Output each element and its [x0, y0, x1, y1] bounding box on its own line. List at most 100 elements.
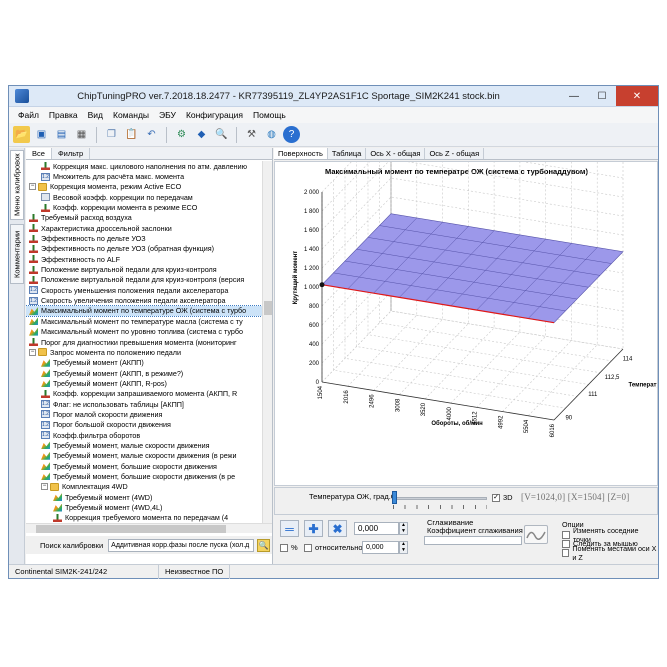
smooth-apply-icon[interactable] — [524, 525, 548, 544]
tree-item[interactable]: Положение виртуальной педали для круиз-к… — [26, 264, 262, 274]
add-value-button[interactable]: ✚ — [304, 520, 323, 537]
tree-item[interactable]: Требуемый момент, большие скорости движе… — [26, 471, 262, 481]
menu-edit[interactable]: Правка — [44, 110, 83, 120]
set-value-button[interactable]: ═ — [280, 520, 299, 537]
value-input[interactable]: 0,000 — [354, 522, 399, 535]
tree-item[interactable]: Требуемый расход воздуха — [26, 213, 262, 223]
menu-view[interactable]: Вид — [83, 110, 108, 120]
tree-item[interactable]: Порог для диагностики превышения момента… — [26, 337, 262, 347]
close-button[interactable]: ✕ — [616, 86, 658, 106]
minimize-button[interactable]: — — [560, 86, 588, 106]
save-as-icon[interactable]: ▤ — [53, 126, 70, 143]
tree-item[interactable]: Эффективность по ALF — [26, 254, 262, 264]
relative-checkbox[interactable] — [304, 544, 312, 552]
tree-item[interactable]: Характеристика дроссельной заслонки — [26, 223, 262, 233]
collapse-icon[interactable]: − — [29, 348, 36, 356]
title-bar[interactable]: ChipTuningPRO ver.7.2018.18.2477 - KR773… — [9, 86, 658, 107]
globe-icon[interactable]: ◍ — [263, 126, 280, 143]
tree-item[interactable]: 1.2 Множитель для расчёта макс. момента — [26, 171, 262, 181]
tree-item[interactable]: Требуемый момент, малые скорости движени… — [26, 440, 262, 450]
checkbox-3d-mark[interactable]: ✓ — [492, 493, 500, 502]
tree-item[interactable]: 1.2 Порог малой скорости движения — [26, 409, 262, 419]
tree-item[interactable]: Эффективность по дельте УОЗ (обратная фу… — [26, 244, 262, 254]
collapse-icon[interactable]: − — [29, 183, 36, 191]
tab-surface[interactable]: Поверхность — [274, 148, 328, 159]
tree-item[interactable]: Требуемый момент (4WD,4L) — [26, 502, 262, 512]
menu-ecu[interactable]: ЭБУ — [154, 110, 181, 120]
print-icon[interactable]: ▦ — [73, 126, 90, 143]
menu-configuration[interactable]: Конфигурация — [181, 110, 248, 120]
tab-all[interactable]: Все — [26, 148, 52, 159]
relative-value-input[interactable]: 0,000 — [362, 541, 399, 554]
save-icon[interactable]: ▣ — [33, 126, 50, 143]
tree-item[interactable]: − Коррекция момента, режим Active ECO — [26, 182, 262, 192]
open-folder-icon[interactable]: 📂 — [13, 126, 30, 143]
search-input[interactable]: Аддитивная корр.фазы после пуска (хол.д — [108, 538, 255, 552]
tree-horizontal-scrollbar[interactable] — [26, 523, 272, 533]
find-icon[interactable]: 🔍 — [213, 126, 230, 143]
3d-checkbox[interactable]: ✓ 3D — [492, 493, 513, 502]
ecu-read-icon[interactable]: ⚙ — [173, 126, 190, 143]
value-spinner[interactable]: ▲ ▼ — [399, 522, 408, 535]
option-neighbor-points[interactable]: Изменять соседние точки — [562, 526, 658, 544]
copy-icon[interactable]: ❐ — [103, 126, 120, 143]
menu-help[interactable]: Помощь — [248, 110, 291, 120]
tab-calibration-menu[interactable]: Меню калибровок — [10, 150, 24, 220]
tree-item[interactable]: Максимальный момент по температуре ОЖ (с… — [26, 304, 262, 318]
menu-commands[interactable]: Команды — [108, 110, 154, 120]
tree-item[interactable]: Требуемый момент (АКПП, в режиме?) — [26, 368, 262, 378]
tree-vertical-scrollbar[interactable] — [262, 161, 272, 523]
surface-chart-svg[interactable]: Максимальный момент по температре ОЖ (си… — [275, 120, 667, 485]
checksum-icon[interactable]: ◆ — [193, 126, 210, 143]
checkbox[interactable] — [562, 530, 570, 539]
slider-handle[interactable] — [392, 491, 397, 504]
tree-item-label: Требуемый момент (АКПП) — [53, 358, 144, 368]
tree-item[interactable]: Коэфф. коррекции запрашиваемого момента … — [26, 389, 262, 399]
tree-item[interactable]: 1.2 Коэфф.фильтра оборотов — [26, 430, 262, 440]
help-icon[interactable]: ? — [283, 126, 300, 143]
tools-icon[interactable]: ⚒ — [243, 126, 260, 143]
multiply-value-button[interactable]: ✖ — [328, 520, 347, 537]
tree-item[interactable]: Требуемый момент (АКПП) — [26, 358, 262, 368]
tree-item[interactable]: Коррекция макс. циклового наполнения по … — [26, 161, 262, 171]
scroll-thumb[interactable] — [36, 525, 226, 533]
tab-comments[interactable]: Комментарии — [10, 224, 24, 284]
tree-item[interactable]: Коэфф. коррекции момента в режиме ECO — [26, 202, 262, 212]
tree-item[interactable]: Положение виртуальной педали для круиз-к… — [26, 275, 262, 285]
search-icon[interactable]: 🔍 — [257, 538, 271, 552]
tree-item[interactable]: Максимальный момент по температуре масла… — [26, 316, 262, 326]
tree-item[interactable]: Максимальный момент по уровню топлива (с… — [26, 327, 262, 337]
tree-item[interactable]: − Запрос момента по положению педали — [26, 347, 262, 357]
relative-value-spinner[interactable]: ▲ ▼ — [399, 541, 408, 554]
tree-item[interactable]: − Комплектация 4WD — [26, 482, 262, 492]
tab-axis-z[interactable]: Ось Z - общая — [425, 148, 485, 159]
smoothing-coef-slider[interactable] — [424, 536, 522, 545]
tree-item[interactable]: Требуемый момент (АКПП, R-pos) — [26, 378, 262, 388]
scroll-thumb[interactable] — [264, 301, 272, 315]
undo-icon[interactable]: ↶ — [143, 126, 160, 143]
collapse-icon[interactable]: − — [41, 483, 48, 491]
tree-item[interactable]: Требуемый момент (4WD) — [26, 492, 262, 502]
tab-table[interactable]: Таблица — [328, 148, 367, 159]
maximize-button[interactable]: ☐ — [588, 86, 616, 106]
tab-filter[interactable]: Фильтр — [52, 148, 91, 159]
surface-chart[interactable]: Максимальный момент по температре ОЖ (си… — [274, 120, 667, 486]
tab-axis-x[interactable]: Ось X - общая — [366, 148, 426, 159]
checkbox[interactable] — [562, 539, 570, 548]
tree-item[interactable]: Весовой коэфф. коррекции по передачам — [26, 192, 262, 202]
tree-item[interactable]: 1.2 Скорость уменьшения положения педали … — [26, 285, 262, 295]
checkbox[interactable] — [562, 548, 570, 557]
tree-item[interactable]: 1.2 Порог большой скорости движения — [26, 420, 262, 430]
tree-item[interactable]: 1.2 Скорость увеличения положения педали … — [26, 295, 262, 305]
percent-checkbox[interactable] — [280, 544, 288, 552]
tree-item[interactable]: Коррекция требуемого момента по передача… — [26, 513, 262, 523]
tree-item[interactable]: Эффективность по дельте УОЗ — [26, 233, 262, 243]
tree-item[interactable]: Требуемый момент, большие скорости движе… — [26, 461, 262, 471]
tree-item[interactable]: 1.2 Флаг: не использовать таблицы [АКПП] — [26, 399, 262, 409]
calibration-tree[interactable]: Коррекция макс. циклового наполнения по … — [26, 161, 262, 523]
temperature-slider[interactable] — [393, 497, 487, 500]
menu-file[interactable]: Файл — [13, 110, 44, 120]
paste-icon[interactable]: 📋 — [123, 126, 140, 143]
tree-item[interactable]: Требуемый момент, малые скорости движени… — [26, 451, 262, 461]
option-swap-axes[interactable]: Поменять местами оси X и Z — [562, 544, 658, 562]
